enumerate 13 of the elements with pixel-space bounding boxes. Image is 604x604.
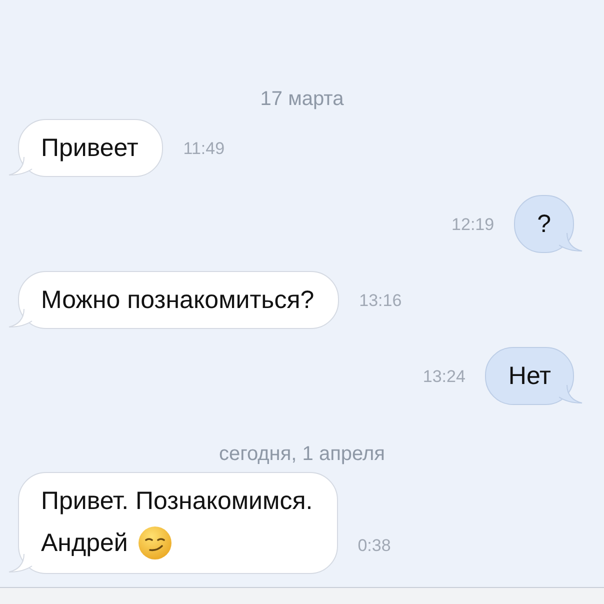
message-text: Нет <box>508 361 551 391</box>
message-text: Андрей <box>41 528 128 558</box>
message-time: 13:24 <box>422 367 466 387</box>
message-time: 13:16 <box>359 291 402 311</box>
date-separator: сегодня, 1 апреля <box>218 443 386 466</box>
message-text: ? <box>537 209 551 239</box>
message-time: 12:19 <box>452 215 494 235</box>
message-text: Можно познакомиться? <box>41 285 314 315</box>
date-separator: 17 марта <box>260 88 344 111</box>
message-text: Привет. Познакомимся. <box>41 486 313 516</box>
message-time: 0:38 <box>358 536 391 556</box>
message-text: Привеет <box>41 133 138 163</box>
message-time: 11:49 <box>183 139 225 159</box>
